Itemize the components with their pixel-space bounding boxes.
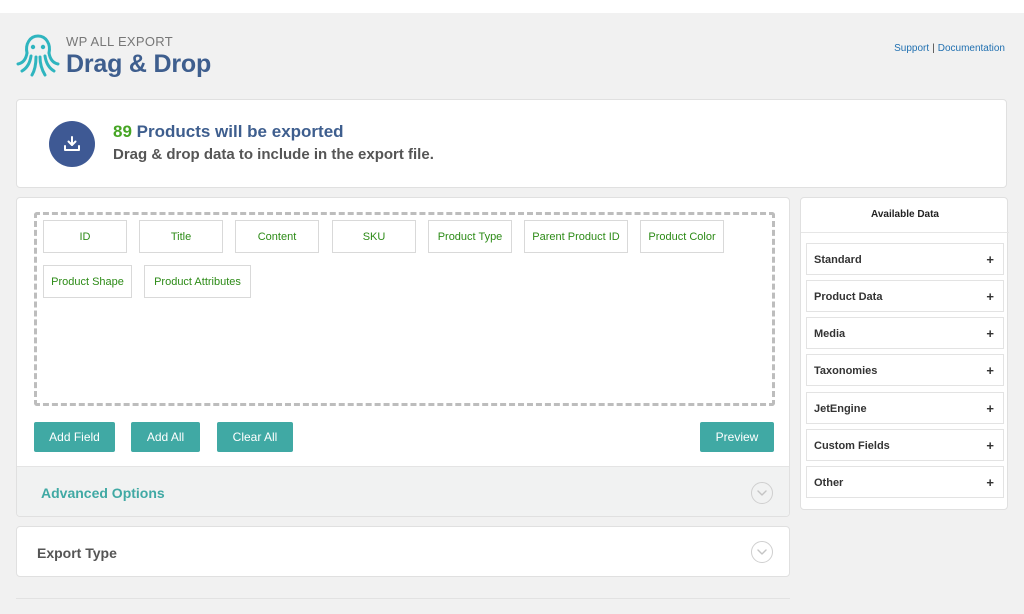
- available-data-standard[interactable]: Standard +: [806, 243, 1004, 275]
- field-chip-product-type[interactable]: Product Type: [428, 220, 512, 253]
- chevron-down-icon[interactable]: [751, 482, 773, 504]
- available-data-label: JetEngine: [814, 403, 867, 415]
- header-links: Support | Documentation: [894, 43, 1005, 54]
- available-data-label: Standard: [814, 254, 862, 266]
- field-chip-product-shape[interactable]: Product Shape: [43, 265, 132, 298]
- available-data-label: Custom Fields: [814, 440, 890, 452]
- download-icon: [49, 121, 95, 167]
- brand-small-title: WP ALL EXPORT: [66, 34, 173, 49]
- field-chip-id[interactable]: ID: [43, 220, 127, 253]
- field-chip-sku[interactable]: SKU: [332, 220, 416, 253]
- export-count: 89: [113, 122, 132, 141]
- available-data-other[interactable]: Other +: [806, 466, 1004, 498]
- available-data-taxonomies[interactable]: Taxonomies +: [806, 354, 1004, 386]
- field-chip-parent-product-id[interactable]: Parent Product ID: [524, 220, 628, 253]
- field-chip-product-color[interactable]: Product Color: [640, 220, 724, 253]
- chevron-down-icon[interactable]: [751, 541, 773, 563]
- advanced-options-toggle[interactable]: Advanced Options: [17, 466, 789, 516]
- available-data-custom-fields[interactable]: Custom Fields +: [806, 429, 1004, 461]
- clear-all-button[interactable]: Clear All: [217, 422, 293, 452]
- field-chip-product-attributes[interactable]: Product Attributes: [144, 265, 251, 298]
- export-type-label: Export Type: [37, 545, 117, 561]
- available-data-label: Other: [814, 477, 844, 489]
- available-data-title: Available Data: [871, 209, 939, 220]
- advanced-options-label: Advanced Options: [41, 485, 165, 501]
- available-data-label: Taxonomies: [814, 365, 878, 377]
- plus-icon: +: [986, 252, 994, 267]
- preview-button[interactable]: Preview: [700, 422, 774, 452]
- brand-logo: WP ALL EXPORT Drag & Drop: [14, 30, 211, 79]
- available-data-media[interactable]: Media +: [806, 317, 1004, 349]
- plus-icon: +: [986, 438, 994, 453]
- available-data-label: Media: [814, 328, 846, 340]
- plus-icon: +: [986, 475, 994, 490]
- available-data-product-data[interactable]: Product Data +: [806, 280, 1004, 312]
- documentation-link[interactable]: Documentation: [938, 43, 1005, 54]
- link-separator: |: [932, 43, 935, 54]
- export-summary-panel: 89 Products will be exported Drag & drop…: [16, 99, 1007, 188]
- fields-panel: ID Title Content SKU Product Type Parent…: [16, 197, 790, 517]
- plus-icon: +: [986, 289, 994, 304]
- brand-big-title: Drag & Drop: [66, 50, 212, 78]
- plus-icon: +: [986, 401, 994, 416]
- support-link[interactable]: Support: [894, 43, 929, 54]
- plus-icon: +: [986, 326, 994, 341]
- field-drop-zone[interactable]: ID Title Content SKU Product Type Parent…: [34, 212, 775, 406]
- field-chip-content[interactable]: Content: [235, 220, 319, 253]
- bottom-divider: [16, 598, 790, 599]
- add-all-button[interactable]: Add All: [131, 422, 200, 452]
- available-data-label: Product Data: [814, 291, 883, 303]
- export-type-panel[interactable]: Export Type: [16, 526, 790, 577]
- available-data-divider: [801, 232, 1009, 233]
- available-data-jetengine[interactable]: JetEngine +: [806, 392, 1004, 424]
- export-count-line: 89 Products will be exported: [113, 122, 344, 142]
- top-strip: [0, 0, 1024, 13]
- export-subtitle: Drag & drop data to include in the expor…: [113, 146, 434, 163]
- add-field-button[interactable]: Add Field: [34, 422, 115, 452]
- octopus-logo-icon: [16, 34, 60, 77]
- export-count-suffix: Products will be exported: [136, 122, 344, 141]
- field-chip-title[interactable]: Title: [139, 220, 223, 253]
- available-data-panel: Available Data Standard + Product Data +…: [800, 197, 1009, 510]
- plus-icon: +: [986, 363, 994, 378]
